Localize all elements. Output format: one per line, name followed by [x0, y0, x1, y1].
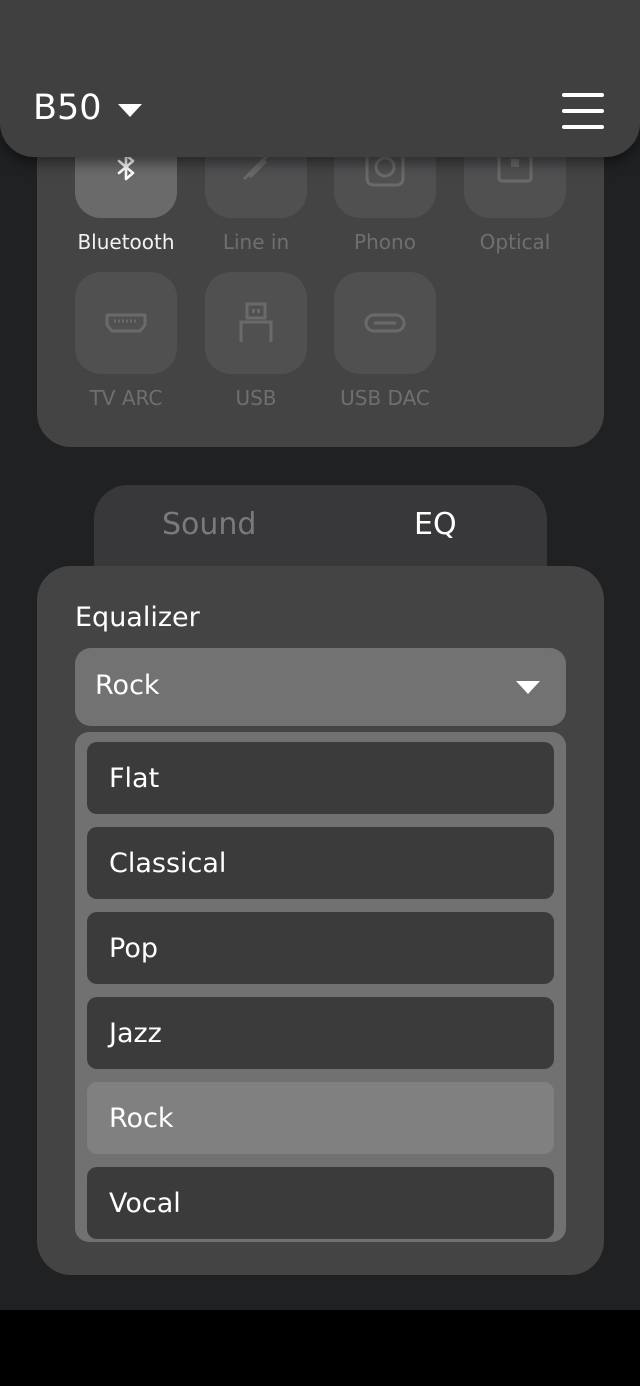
equalizer-option-classical[interactable]: Classical [87, 827, 554, 899]
option-label: Vocal [109, 1188, 181, 1219]
option-label: Flat [109, 763, 160, 794]
equalizer-option-rock[interactable]: Rock [87, 1082, 554, 1154]
source-usb-dac[interactable]: USB DAC [334, 272, 436, 410]
equalizer-option-flat[interactable]: Flat [87, 742, 554, 814]
equalizer-option-jazz[interactable]: Jazz [87, 997, 554, 1069]
hdmi-icon [75, 272, 177, 374]
device-selector[interactable]: B50 [33, 88, 142, 128]
usb-c-icon [334, 272, 436, 374]
source-label: Optical [479, 230, 551, 254]
equalizer-options-list: Flat Classical Pop Jazz Rock Vocal [75, 732, 566, 1242]
option-label: Rock [109, 1103, 174, 1134]
option-label: Pop [109, 933, 158, 964]
equalizer-option-pop[interactable]: Pop [87, 912, 554, 984]
source-label: Line in [222, 230, 290, 254]
tab-sound[interactable]: Sound [162, 507, 256, 542]
option-label: Jazz [109, 1018, 162, 1049]
tab-eq[interactable]: EQ [414, 507, 457, 542]
equalizer-dropdown[interactable]: Rock [75, 648, 566, 726]
source-label: Bluetooth [77, 230, 175, 254]
equalizer-card: Equalizer Rock Flat Classical Pop Jazz R… [37, 566, 604, 1275]
app-header: B50 [0, 0, 640, 157]
source-label: Phono [354, 230, 416, 254]
equalizer-option-vocal[interactable]: Vocal [87, 1167, 554, 1239]
equalizer-title: Equalizer [75, 602, 200, 633]
device-name: B50 [33, 88, 102, 128]
usb-icon [205, 272, 307, 374]
source-label: USB DAC [340, 386, 430, 410]
app-screen: Bluetooth Line in Phono Optical TV ARC U… [0, 0, 640, 1310]
caret-down-icon [117, 103, 142, 117]
source-tv-arc[interactable]: TV ARC [75, 272, 177, 410]
source-label: TV ARC [89, 386, 163, 410]
hamburger-menu-icon[interactable] [562, 93, 604, 129]
option-label: Classical [109, 848, 227, 879]
source-usb[interactable]: USB [205, 272, 307, 410]
chevron-down-icon [516, 681, 540, 694]
equalizer-selected-value: Rock [95, 670, 160, 701]
source-label: USB [235, 386, 277, 410]
